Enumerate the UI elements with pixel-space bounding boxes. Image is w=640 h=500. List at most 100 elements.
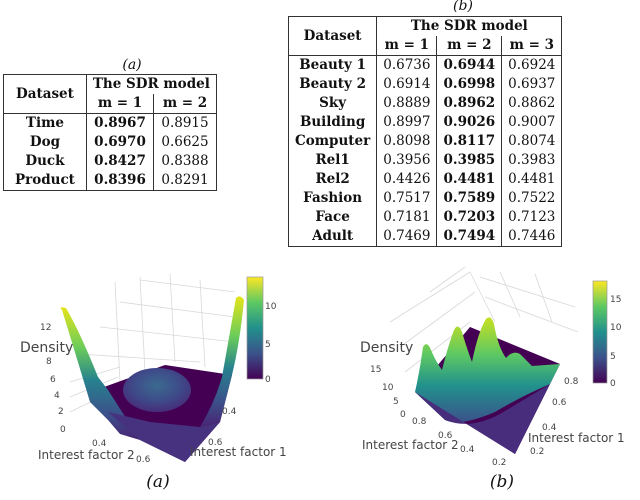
score-cell: 0.8074	[501, 132, 563, 151]
table-row: Dog 0.6970 0.6625	[3, 133, 217, 152]
score-cell: 0.8396	[85, 171, 154, 191]
table-row: Building 0.8997 0.9026 0.9007	[287, 113, 563, 132]
table-b-dataset-header: Dataset	[287, 16, 377, 56]
z-axis-label: Density	[20, 340, 73, 356]
score-cell: 0.8967	[85, 113, 154, 133]
score-cell: 0.6970	[85, 133, 154, 152]
score-cell: 0.8997	[376, 113, 437, 132]
colorbar	[246, 276, 264, 380]
score-cell: 0.7517	[376, 189, 437, 208]
score-cell: 0.8915	[153, 113, 217, 133]
table-row: Face 0.7181 0.7203 0.7123	[287, 208, 563, 227]
tick-label: 0	[400, 410, 406, 420]
surface-plot-a: 0 2 4 6 8 12 Density Interest factor 2 Intere…	[20, 273, 287, 462]
dataset-name: Adult	[287, 227, 377, 247]
score-cell: 0.6998	[436, 75, 502, 94]
tick-label: 15	[370, 365, 381, 375]
y-axis-label: Interest factor 1	[190, 445, 287, 459]
dataset-name: Beauty 2	[287, 75, 377, 94]
tick-label: 10	[610, 323, 622, 333]
table-row: Sky 0.8889 0.8962 0.8862	[287, 94, 563, 113]
score-cell: 0.7446	[501, 227, 563, 247]
tick-label: 5	[393, 397, 399, 407]
table-row: Rel1 0.3956 0.3985 0.3983	[287, 151, 563, 170]
tick-label: 0.2	[492, 458, 506, 467]
tick-label: 0.6	[208, 438, 223, 448]
tick-label: 15	[610, 295, 621, 305]
y-axis-label: Interest factor 1	[528, 431, 625, 445]
dataset-name: Duck	[3, 152, 87, 171]
dataset-name: Beauty 1	[287, 55, 377, 75]
tick-label: 0.8	[412, 417, 427, 427]
dataset-name: Time	[3, 113, 87, 133]
score-cell: 0.4481	[436, 170, 502, 189]
table-b-group-header: The SDR model	[376, 16, 563, 36]
score-cell: 0.3956	[376, 151, 437, 170]
tick-label: 0.6	[552, 398, 567, 408]
z-axis-label: Density	[360, 340, 413, 356]
score-cell: 0.7494	[436, 227, 502, 247]
figure-caption-a: (a)	[146, 472, 170, 492]
dataset-name: Face	[287, 208, 377, 227]
tick-label: 0.6	[438, 431, 453, 441]
dataset-name: Rel1	[287, 151, 377, 170]
figure-caption-b: (b)	[489, 472, 515, 492]
table-b-caption: (b)	[453, 0, 473, 14]
tick-label: 5	[265, 340, 271, 350]
column-header: m = 1	[376, 36, 437, 56]
score-cell: 0.7181	[376, 208, 437, 227]
table-row: Adult 0.7469 0.7494 0.7446	[287, 227, 563, 247]
tick-label: 10	[265, 302, 277, 312]
dataset-name: Product	[3, 171, 87, 191]
score-cell: 0.8862	[501, 94, 563, 113]
table-b: Dataset The SDR model m = 1m = 2m = 3 Be…	[287, 16, 563, 247]
tick-label: 8	[46, 357, 52, 367]
score-cell: 0.6914	[376, 75, 437, 94]
tick-label: 0	[265, 375, 271, 385]
score-cell: 0.4426	[376, 170, 437, 189]
score-cell: 0.6944	[436, 55, 502, 75]
dataset-name: Sky	[287, 94, 377, 113]
score-cell: 0.6937	[501, 75, 563, 94]
table-a-caption: (a)	[122, 57, 142, 73]
tick-label: 0.8	[564, 377, 579, 387]
dataset-name: Dog	[3, 133, 87, 152]
table-a-dataset-header: Dataset	[3, 74, 87, 114]
column-header: m = 3	[501, 36, 563, 56]
x-axis-label: Interest factor 2	[38, 448, 135, 462]
tick-label: 4	[54, 391, 60, 401]
tick-label: 0.4	[92, 439, 107, 449]
column-header: m = 2	[153, 94, 217, 114]
dataset-name: Fashion	[287, 189, 377, 208]
table-a-group-header: The SDR model	[85, 74, 217, 94]
surface-plot-b: Density Interest factor 2 Interest facto…	[360, 266, 625, 467]
score-cell: 0.8427	[85, 152, 154, 171]
score-cell: 0.3983	[501, 151, 563, 170]
score-cell: 0.7469	[376, 227, 437, 247]
score-cell: 0.3985	[436, 151, 502, 170]
score-cell: 0.4481	[501, 170, 563, 189]
score-cell: 0.8388	[153, 152, 217, 171]
score-cell: 0.8117	[436, 132, 502, 151]
score-cell: 0.8098	[376, 132, 437, 151]
dataset-name: Computer	[287, 132, 377, 151]
surface-central-bump	[123, 368, 191, 412]
tick-label: 10	[382, 383, 394, 393]
score-cell: 0.7522	[501, 189, 563, 208]
score-cell: 0.6625	[153, 133, 217, 152]
score-cell: 0.7123	[501, 208, 563, 227]
tick-label: 2	[58, 407, 64, 417]
score-cell: 0.8889	[376, 94, 437, 113]
column-header: m = 1	[85, 94, 154, 114]
tick-label: 0.6	[136, 455, 151, 462]
score-cell: 0.6736	[376, 55, 437, 75]
tick-label: 0.4	[542, 423, 557, 433]
tick-label: 0	[60, 425, 66, 435]
tick-label: 5	[610, 352, 616, 362]
table-row: Beauty 2 0.6914 0.6998 0.6937	[287, 75, 563, 94]
colorbar	[592, 280, 608, 384]
table-row: Product 0.8396 0.8291	[3, 171, 217, 191]
score-cell: 0.9007	[501, 113, 563, 132]
table-row: Time 0.8967 0.8915	[3, 113, 217, 133]
tick-label: 12	[40, 323, 51, 333]
